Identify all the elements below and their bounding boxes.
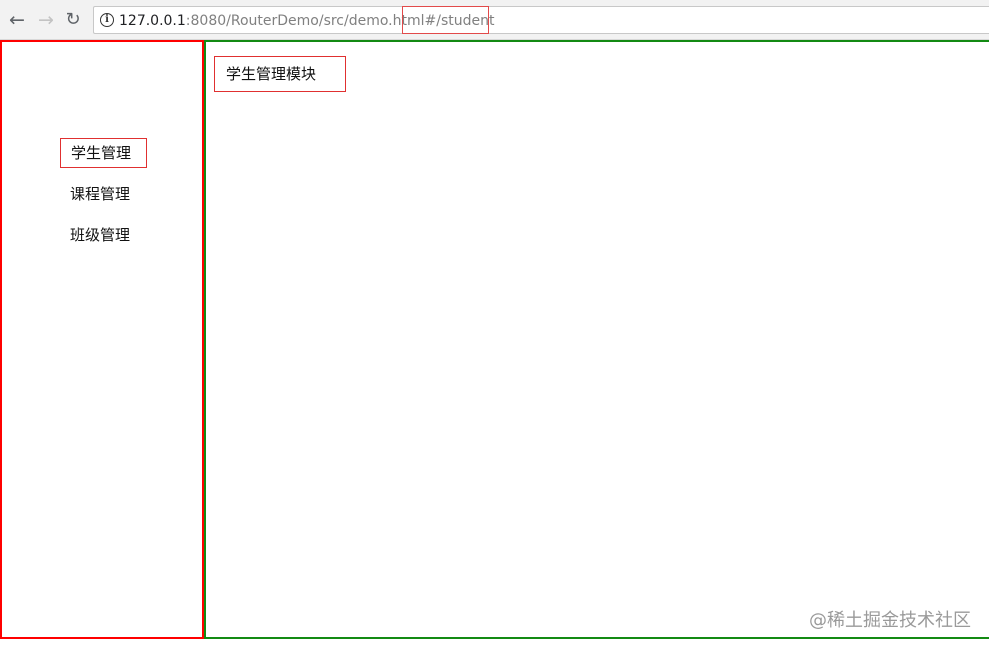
module-title: 学生管理模块 xyxy=(214,56,346,92)
watermark: @稀土掘金技术社区 xyxy=(809,610,971,631)
reload-icon[interactable]: ↻ xyxy=(62,9,84,31)
address-bar[interactable]: i 127.0.0.1:8080/RouterDemo/src/demo.htm… xyxy=(93,6,989,34)
info-icon[interactable]: i xyxy=(100,13,114,27)
forward-arrow-icon[interactable]: → xyxy=(35,9,57,31)
main-content: 学生管理模块 xyxy=(204,40,989,639)
browser-toolbar: ← → ↻ i 127.0.0.1:8080/RouterDemo/src/de… xyxy=(0,0,989,40)
back-arrow-icon[interactable]: ← xyxy=(6,9,28,31)
sidebar: 学生管理 课程管理 班级管理 xyxy=(0,40,204,639)
url-hash-highlight xyxy=(402,6,489,34)
url-host: 127.0.0.1 xyxy=(119,13,186,29)
sidebar-item-course[interactable]: 课程管理 xyxy=(60,179,140,209)
sidebar-item-student[interactable]: 学生管理 xyxy=(60,138,147,168)
sidebar-item-class[interactable]: 班级管理 xyxy=(60,220,140,250)
